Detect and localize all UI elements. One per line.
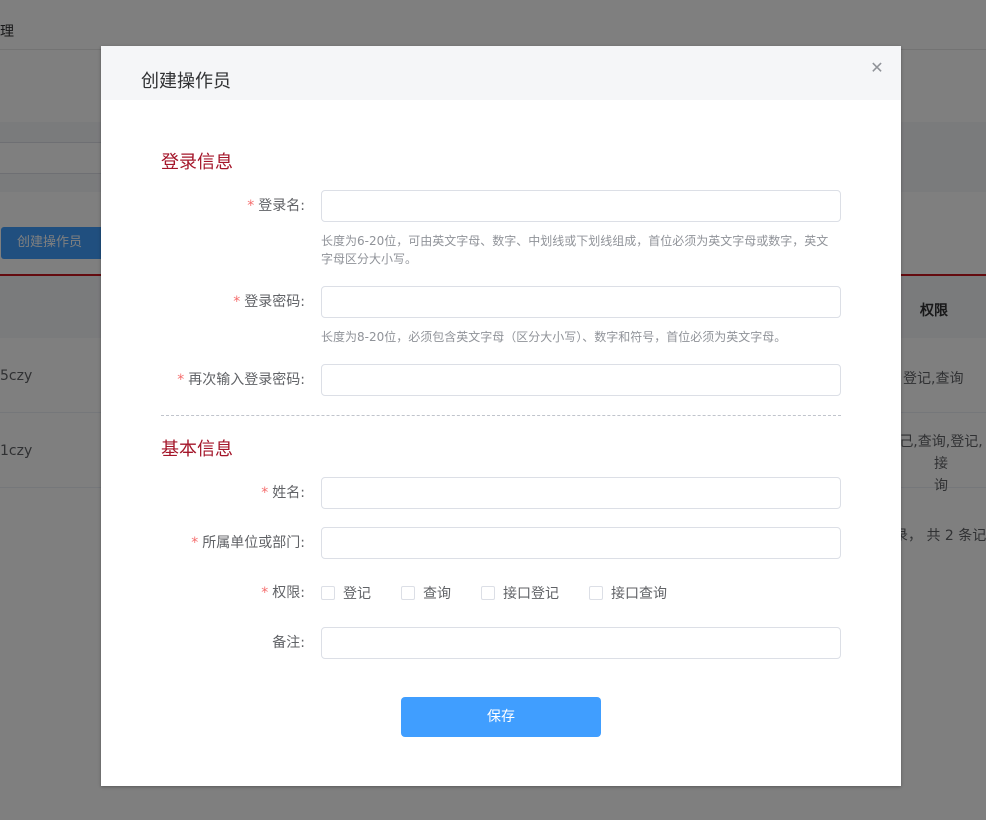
password-label: * 登录密码: bbox=[233, 294, 305, 310]
password-hint: 长度为8-20位，必须包含英文字母（区分大小写）、数字和符号，首位必须为英文字母… bbox=[321, 330, 787, 344]
checkbox-box[interactable] bbox=[589, 586, 603, 600]
login-name-input[interactable] bbox=[321, 190, 841, 222]
create-operator-dialog: 创建操作员 ✕ 登录信息 * 登录名: 长度为6-20位，可由英文字母、数字、中划… bbox=[101, 46, 901, 786]
checkbox-label: 接口登记 bbox=[503, 586, 559, 602]
password-input[interactable] bbox=[321, 286, 841, 318]
save-button[interactable]: 保存 bbox=[401, 697, 601, 737]
required-mark: * bbox=[261, 485, 269, 501]
remark-input[interactable] bbox=[321, 627, 841, 659]
remark-label: 备注: bbox=[272, 635, 305, 651]
checkbox-box[interactable] bbox=[321, 586, 335, 600]
checkbox-label: 登记 bbox=[343, 586, 371, 602]
required-mark: * bbox=[191, 535, 199, 551]
checkbox-box[interactable] bbox=[481, 586, 495, 600]
section-divider bbox=[161, 415, 841, 416]
checkbox-api-register[interactable]: 接口登记 bbox=[481, 583, 559, 603]
checkbox-register[interactable]: 登记 bbox=[321, 583, 371, 603]
required-mark: * bbox=[247, 198, 255, 214]
section-title-basic: 基本信息 bbox=[161, 439, 233, 460]
department-input[interactable] bbox=[321, 527, 841, 559]
required-mark: * bbox=[233, 294, 241, 310]
real-name-label: * 姓名: bbox=[261, 485, 305, 501]
close-icon[interactable]: ✕ bbox=[869, 60, 885, 76]
checkbox-label: 查询 bbox=[423, 586, 451, 602]
checkbox-api-query[interactable]: 接口查询 bbox=[589, 583, 667, 603]
required-mark: * bbox=[177, 372, 185, 388]
checkbox-box[interactable] bbox=[401, 586, 415, 600]
required-mark: * bbox=[261, 585, 269, 601]
password-confirm-label: * 再次输入登录密码: bbox=[177, 372, 305, 388]
dialog-title: 创建操作员 bbox=[141, 71, 231, 92]
dialog-header: 创建操作员 ✕ bbox=[101, 46, 901, 100]
login-name-label: * 登录名: bbox=[247, 198, 305, 214]
checkbox-query[interactable]: 查询 bbox=[401, 583, 451, 603]
section-title-login: 登录信息 bbox=[161, 152, 233, 173]
department-label: * 所属单位或部门: bbox=[191, 535, 305, 551]
password-confirm-input[interactable] bbox=[321, 364, 841, 396]
real-name-input[interactable] bbox=[321, 477, 841, 509]
checkbox-label: 接口查询 bbox=[611, 586, 667, 602]
permissions-label: * 权限: bbox=[261, 585, 305, 601]
login-name-hint: 长度为6-20位，可由英文字母、数字、中划线或下划线组成，首位必须为英文字母或数… bbox=[321, 234, 829, 266]
